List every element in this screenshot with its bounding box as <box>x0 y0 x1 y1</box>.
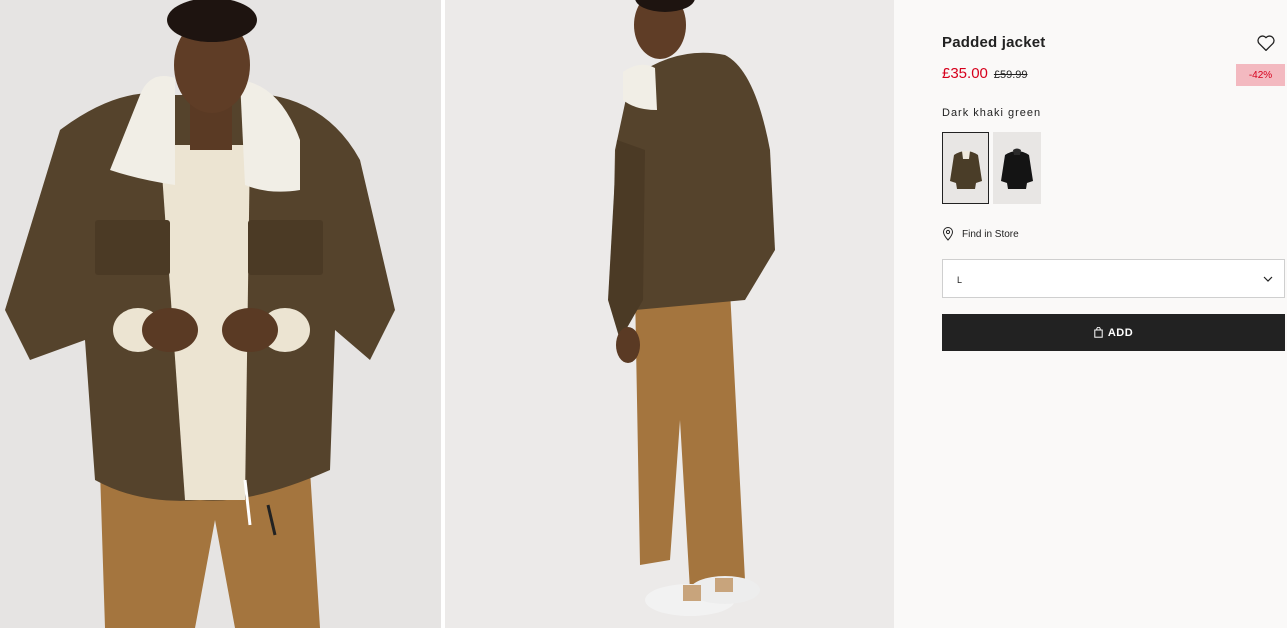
find-in-store-link[interactable]: Find in Store <box>942 227 1019 241</box>
jacket-black-thumbnail <box>1001 148 1033 189</box>
add-to-bag-button[interactable]: ADD <box>942 314 1285 351</box>
product-image-front[interactable] <box>0 0 441 628</box>
sale-price: £35.00 <box>942 65 988 82</box>
product-title: Padded jacket <box>942 34 1046 51</box>
swatch-black[interactable] <box>993 132 1041 204</box>
size-selected-value: L <box>957 275 963 285</box>
product-info-panel: Padded jacket £35.00 £59.99 -42% Dark kh… <box>894 0 1287 628</box>
swatch-khaki[interactable] <box>942 132 989 204</box>
color-name: Dark khaki green <box>942 107 1042 119</box>
discount-badge: -42% <box>1236 64 1285 86</box>
shopping-bag-icon <box>1094 327 1103 338</box>
heart-icon[interactable] <box>1256 34 1278 54</box>
size-select[interactable]: L <box>942 259 1285 298</box>
product-page: Padded jacket £35.00 £59.99 -42% Dark kh… <box>0 0 1287 628</box>
add-button-label: ADD <box>1107 326 1134 339</box>
chevron-down-icon <box>1263 276 1273 282</box>
model-front-illustration <box>0 0 441 628</box>
product-image-side[interactable] <box>445 0 894 628</box>
price-row: £35.00 £59.99 <box>942 65 1028 82</box>
location-pin-icon <box>942 227 954 241</box>
model-side-illustration <box>445 0 894 628</box>
jacket-khaki-thumbnail <box>949 151 982 189</box>
find-in-store-label: Find in Store <box>962 228 1019 240</box>
original-price: £59.99 <box>993 69 1028 81</box>
